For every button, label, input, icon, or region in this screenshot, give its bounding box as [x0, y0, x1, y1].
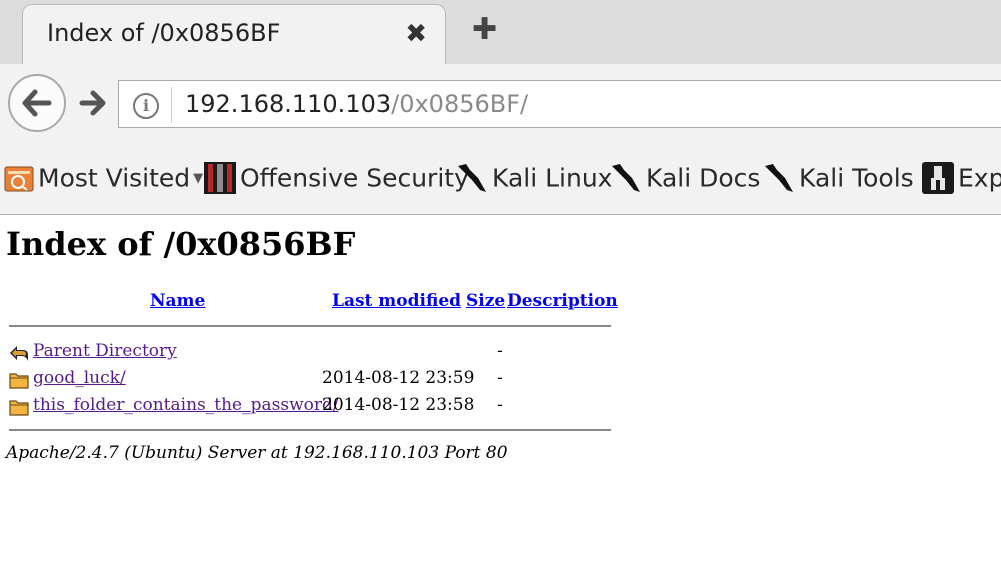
site-info-icon[interactable]: i — [133, 93, 159, 119]
url-host: 192.168.110.103 — [185, 90, 392, 118]
folder-link-password[interactable]: this_folder_contains_the_password/ — [33, 395, 339, 415]
bookmark-kali-linux[interactable]: Kali Linux — [456, 162, 612, 198]
bookmark-label: Kali Linux — [492, 163, 613, 193]
url-bar[interactable]: i 192.168.110.103/0x0856BF/ — [118, 80, 1001, 128]
tab-close-icon[interactable]: ✖ — [405, 19, 427, 49]
bookmark-label: Kali Tools — [799, 163, 914, 193]
offensive-security-icon — [204, 162, 236, 194]
bookmark-exploit-db[interactable]: Exp — [922, 162, 1001, 198]
sort-by-name-link[interactable]: Name — [150, 291, 205, 311]
tab-title: Index of /0x0856BF — [47, 19, 281, 47]
sort-by-modified-link[interactable]: Last modified — [332, 291, 461, 311]
bookmark-label: Exp — [958, 163, 1001, 193]
footer-divider — [9, 429, 611, 431]
bookmark-kali-docs[interactable]: Kali Docs — [610, 162, 760, 198]
kali-dragon-icon — [458, 164, 486, 192]
back-button[interactable] — [8, 74, 66, 132]
page-content: Index of /0x0856BF Name Last modified Si… — [0, 215, 1001, 576]
folder-icon — [9, 373, 29, 389]
sort-by-description-link[interactable]: Description — [507, 291, 618, 311]
bookmark-label: Offensive Security — [240, 163, 469, 193]
modified-date: 2014-08-12 23:59 — [322, 368, 475, 388]
kali-dragon-icon — [765, 164, 793, 192]
sort-by-size-link[interactable]: Size — [466, 291, 505, 311]
column-header-size: Size — [466, 291, 505, 311]
bookmark-label: Most Visited — [38, 163, 191, 193]
column-header-name: Name — [150, 291, 205, 311]
bookmark-most-visited[interactable]: Most Visited ▼ — [4, 162, 203, 198]
bookmark-offensive-security[interactable]: Offensive Security — [204, 162, 469, 198]
url-text[interactable]: 192.168.110.103/0x0856BF/ — [185, 90, 528, 118]
parent-directory-icon — [10, 346, 28, 361]
table-row: this_folder_contains_the_password/ 2014-… — [9, 395, 611, 419]
new-tab-icon[interactable]: ✚ — [472, 12, 497, 47]
kali-dragon-icon — [612, 164, 640, 192]
server-signature: Apache/2.4.7 (Ubuntu) Server at 192.168.… — [6, 443, 508, 463]
bookmark-kali-tools[interactable]: Kali Tools — [763, 162, 914, 198]
header-divider — [9, 325, 611, 327]
folder-icon — [9, 400, 29, 416]
modified-date: 2014-08-12 23:58 — [322, 395, 475, 415]
tab-strip: Index of /0x0856BF ✖ ✚ — [0, 0, 1001, 65]
forward-button[interactable] — [76, 86, 110, 120]
file-size: - — [497, 368, 503, 388]
file-size: - — [497, 341, 503, 361]
chevron-down-icon: ▼ — [193, 170, 204, 186]
bookmark-label: Kali Docs — [646, 163, 761, 193]
url-path: /0x0856BF/ — [391, 90, 529, 118]
forward-arrow-icon — [79, 90, 106, 116]
url-divider — [171, 87, 172, 123]
parent-directory-link[interactable]: Parent Directory — [33, 341, 177, 361]
tab-active[interactable]: Index of /0x0856BF ✖ — [22, 4, 446, 65]
folder-link-good-luck[interactable]: good_luck/ — [33, 368, 126, 388]
exploit-db-icon — [922, 162, 954, 194]
file-size: - — [497, 395, 503, 415]
navigation-bar: i 192.168.110.103/0x0856BF/ — [0, 64, 1001, 146]
table-row: Parent Directory - — [9, 341, 611, 365]
most-visited-icon — [4, 166, 34, 192]
page-title: Index of /0x0856BF — [6, 225, 356, 263]
back-arrow-icon — [22, 89, 52, 117]
column-header-last-modified: Last modified — [332, 291, 461, 311]
table-row: good_luck/ 2014-08-12 23:59 - — [9, 368, 611, 392]
column-header-description: Description — [507, 291, 618, 311]
bookmarks-toolbar: Most Visited ▼ Offensive Security Kali Li… — [0, 146, 1001, 215]
